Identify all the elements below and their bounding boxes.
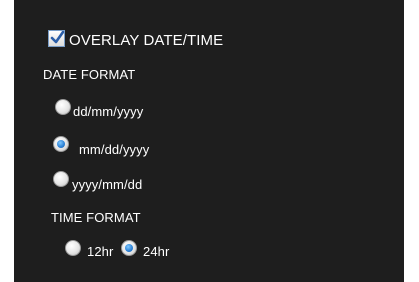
- time-format-24hr-radio[interactable]: [121, 240, 137, 256]
- checkmark-icon: [50, 31, 64, 44]
- date-format-yyyymmdd-label: yyyy/mm/dd: [72, 177, 143, 192]
- time-format-heading: TIME FORMAT: [51, 210, 141, 225]
- overlay-datetime-checkbox[interactable]: [48, 30, 65, 47]
- date-format-mmddyyyy-radio[interactable]: [53, 136, 69, 152]
- time-format-12hr-label: 12hr: [87, 244, 114, 259]
- settings-panel: OVERLAY DATE/TIME DATE FORMAT dd/mm/yyyy…: [14, 0, 404, 282]
- date-format-yyyymmdd-radio[interactable]: [53, 171, 69, 187]
- time-format-24hr-label: 24hr: [143, 244, 170, 259]
- time-format-12hr-radio[interactable]: [65, 240, 81, 256]
- overlay-datetime-label: OVERLAY DATE/TIME: [69, 32, 224, 49]
- date-format-ddmmyyyy-radio[interactable]: [55, 99, 71, 115]
- date-format-mmddyyyy-label: mm/dd/yyyy: [79, 142, 150, 157]
- date-format-heading: DATE FORMAT: [43, 67, 136, 82]
- date-format-ddmmyyyy-label: dd/mm/yyyy: [73, 104, 144, 119]
